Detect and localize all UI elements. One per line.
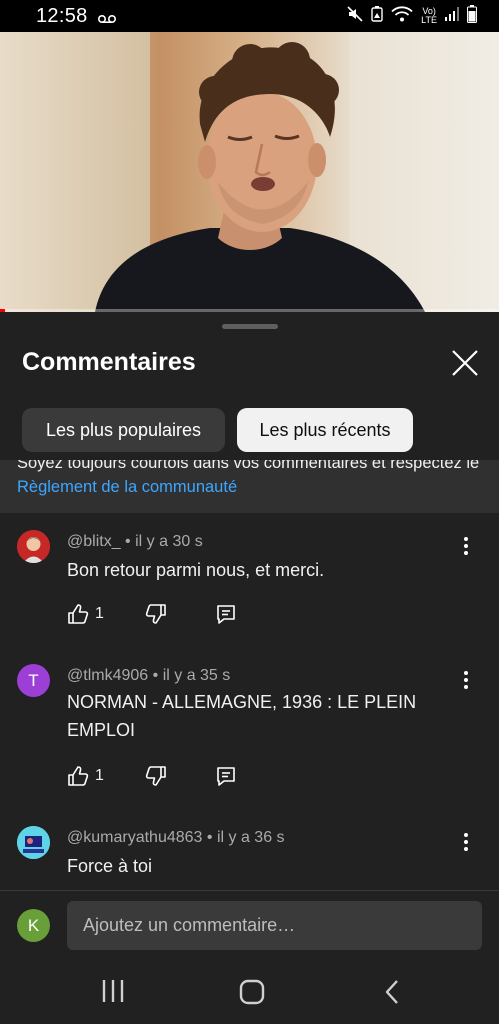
more-vertical-icon [464,833,468,851]
chip-most-recent[interactable]: Les plus récents [237,408,413,452]
more-vertical-icon [464,537,468,555]
comment-meta: @tlmk4906 • il y a 35 s [67,667,231,684]
sheet-title: Commentaires [22,348,196,376]
comment-time: il y a 30 s [135,533,203,550]
status-time: 12:58 [36,4,88,27]
close-button[interactable] [448,346,482,380]
battery-icon [467,4,477,28]
community-rules-banner: Soyez toujours courtois dans vos comment… [0,460,499,513]
thumbs-up-icon [68,766,89,786]
video-player[interactable] [0,32,499,312]
thumbs-down-icon [145,766,166,786]
comment-input-bar: K [0,890,499,960]
comment-text: NORMAN - ALLEMAGNE, 1936 : LE PLEIN EMPL… [67,692,417,740]
comment-text: Force à toi [67,856,153,876]
voicemail-icon [97,11,116,24]
system-nav-bar [0,960,499,1024]
status-bar: 12:58 Vo) LTE [0,0,499,32]
drag-handle[interactable] [222,324,278,329]
back-button[interactable] [382,978,402,1011]
comment-author[interactable]: @kumaryathu4863 [67,829,202,846]
comment-item: T @tlmk4906 • il y a 35 s NORMAN - ALLEM… [0,662,499,812]
comment-input[interactable] [67,901,482,950]
recent-apps-button[interactable] [101,978,125,1009]
like-button[interactable] [67,765,89,792]
close-icon [452,350,478,376]
thumbs-up-icon [68,604,89,624]
like-button[interactable] [67,603,89,630]
like-count: 1 [95,605,104,622]
reply-comment-icon [217,767,235,786]
wifi-icon [391,5,413,27]
mute-icon [347,5,363,27]
video-frame-person [95,42,425,312]
rules-text: Soyez toujours courtois dans vos comment… [17,460,480,496]
comment-actions: 1 [67,765,267,789]
reply-comment-icon [217,605,235,624]
avatar[interactable]: T [17,664,50,697]
like-count: 1 [95,767,104,784]
reply-button[interactable] [215,603,237,630]
community-guidelines-link[interactable]: Règlement de la communauté [17,478,237,496]
reply-button[interactable] [215,765,237,792]
comment-more-button[interactable] [456,534,476,558]
comment-actions: 1 [67,603,267,627]
avatar[interactable] [17,530,50,563]
dislike-button[interactable] [145,765,167,792]
user-avatar[interactable]: K [17,909,50,942]
comment-text: Bon retour parmi nous, et merci. [67,560,325,580]
chip-most-popular[interactable]: Les plus populaires [22,408,225,452]
back-icon [385,980,398,1004]
comment-item: @kumaryathu4863 • il y a 36 s Force à to… [0,824,499,890]
thumbs-down-icon [145,604,166,624]
recent-apps-icon [102,980,124,1002]
comment-more-button[interactable] [456,830,476,854]
comment-item: @blitx_ • il y a 30 s Bon retour parmi n… [0,528,499,648]
home-button[interactable] [238,978,266,1011]
comment-meta: @kumaryathu4863 • il y a 36 s [67,829,285,846]
comment-author[interactable]: @blitx_ [67,533,121,550]
avatar[interactable] [17,826,50,859]
dislike-button[interactable] [145,603,167,630]
comments-sheet: Commentaires Les plus populaires Les plu… [0,312,499,890]
volte-label: Vo) LTE [421,6,437,25]
comment-time: il y a 36 s [216,829,285,846]
signal-icon [445,6,459,26]
comment-time: il y a 35 s [162,667,231,684]
vibrate-battery-saver-icon [371,5,383,27]
comment-meta: @blitx_ • il y a 30 s [67,533,203,550]
comment-author[interactable]: @tlmk4906 [67,667,148,684]
home-icon [239,979,265,1005]
